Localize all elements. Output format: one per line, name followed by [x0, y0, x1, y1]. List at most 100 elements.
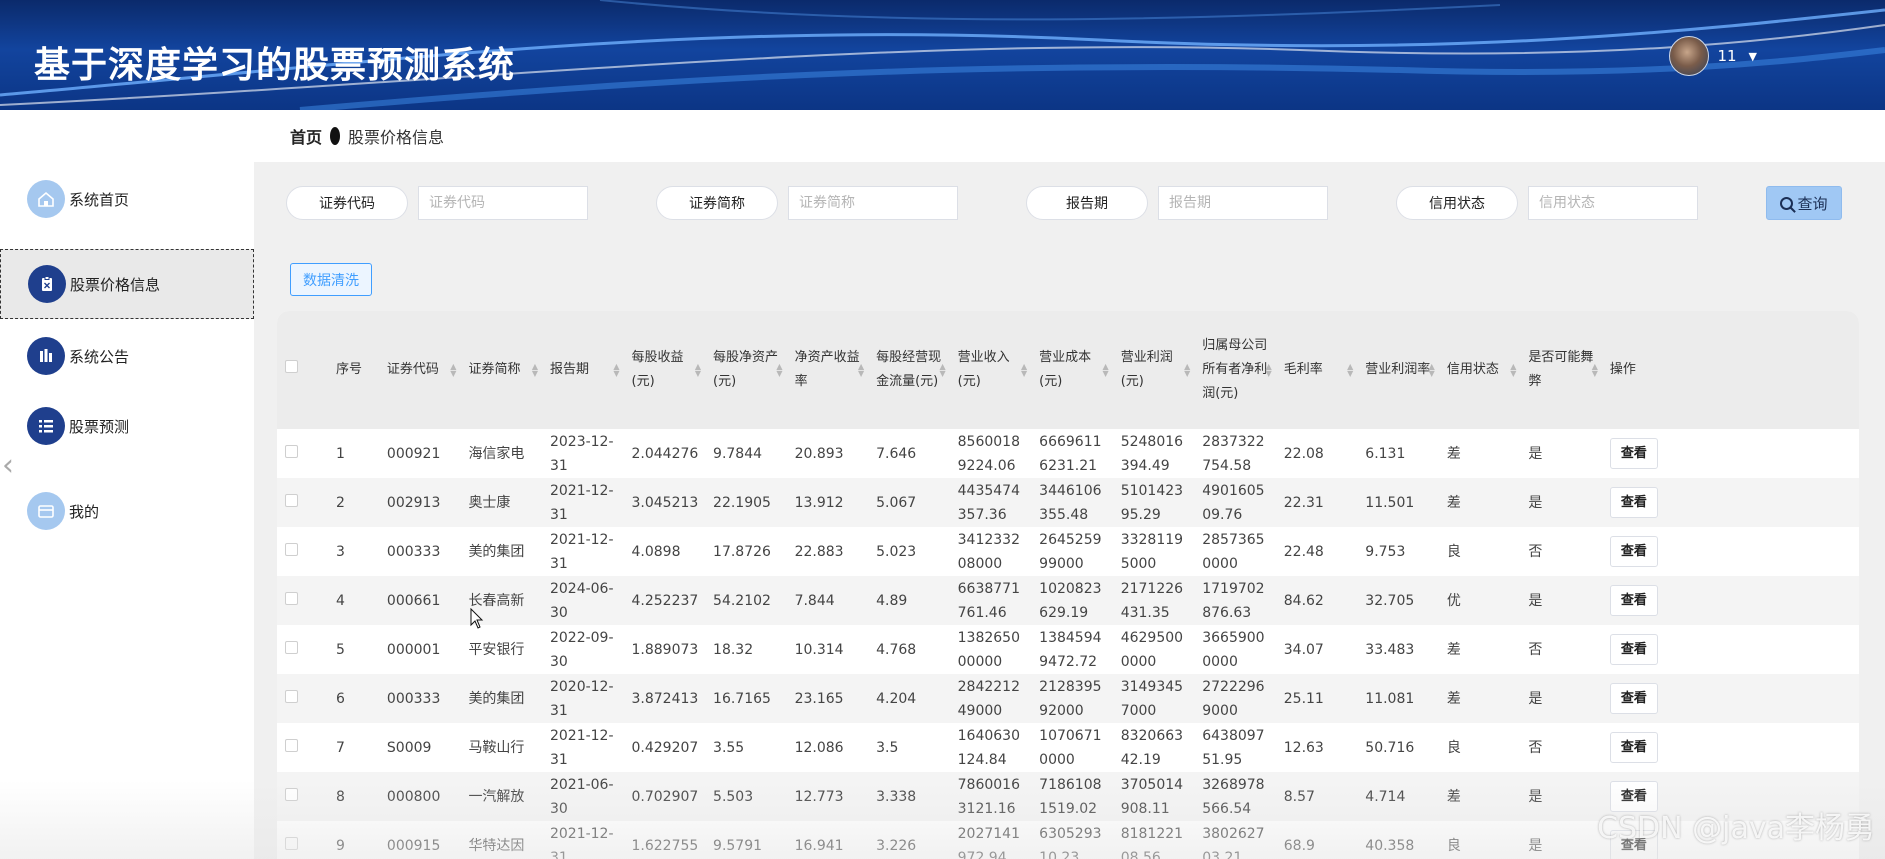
- view-button[interactable]: 查看: [1609, 438, 1658, 469]
- sort-icon[interactable]: ▲ ▼: [1266, 363, 1272, 378]
- column-header[interactable]: 归属母公司所有者净利润(元) ▲ ▼: [1194, 311, 1276, 429]
- table-cell: 36659000000: [1202, 629, 1265, 670]
- row-select-cell[interactable]: [277, 772, 328, 821]
- column-header[interactable]: 净资产收益率 ▲ ▼: [787, 311, 869, 429]
- collapse-sidebar-icon[interactable]: ‹: [2, 448, 14, 483]
- sort-icon[interactable]: ▲ ▼: [858, 363, 864, 378]
- column-header[interactable]: 报告期 ▲ ▼: [542, 311, 624, 429]
- column-header[interactable]: 是否可能舞弊 ▲ ▼: [1520, 311, 1602, 429]
- table-row[interactable]: 2 002913 奥士康 2021-12-31 3.045213 22.1905 13.91…: [277, 478, 1859, 527]
- column-header[interactable]: 每股净资产(元) ▲ ▼: [705, 311, 787, 429]
- row-checkbox[interactable]: [285, 689, 298, 703]
- row-select-cell[interactable]: [277, 723, 328, 772]
- sidebar-item-prediction[interactable]: 股票预测: [0, 391, 254, 461]
- table-row[interactable]: 3 000333 美的集团 2021-12-31 4.0898 17.8726 22.883…: [277, 527, 1859, 576]
- table-cell: 3.872413: [631, 690, 699, 707]
- table-row[interactable]: 7 S0009 马鞍山行 2021-12-31 0.429207 3.55 12.086 3.…: [277, 723, 1859, 772]
- table-cell: 12.63: [1283, 739, 1324, 756]
- search-button[interactable]: 查询: [1766, 186, 1842, 220]
- sidebar-item-stock-price[interactable]: 股票价格信息: [0, 249, 254, 319]
- sort-icon[interactable]: ▲ ▼: [1184, 363, 1190, 378]
- view-button[interactable]: 查看: [1609, 732, 1658, 763]
- sidebar-item-announcements[interactable]: 系统公告: [0, 321, 254, 391]
- name-search-input[interactable]: [788, 186, 958, 220]
- row-select-cell[interactable]: [277, 821, 328, 859]
- table-cell: 000333: [386, 543, 441, 560]
- sort-icon[interactable]: ▲ ▼: [1510, 363, 1516, 378]
- sidebar-item-home[interactable]: 系统首页: [0, 164, 254, 234]
- sort-icon[interactable]: ▲ ▼: [1429, 363, 1435, 378]
- sort-icon[interactable]: ▲ ▼: [1592, 363, 1598, 378]
- table-cell: 3.045213: [631, 494, 699, 511]
- view-button[interactable]: 查看: [1609, 585, 1658, 616]
- table-cell: 33.483: [1365, 641, 1415, 658]
- data-clean-button[interactable]: 数据清洗: [290, 263, 372, 296]
- table-cell: 9.7844: [713, 445, 763, 462]
- stock-table: 序号 证券代码 ▲ ▼ 证券简称 ▲ ▼ 报告期 ▲ ▼ 每股收益(元) ▲ ▼ 每股净资产(元…: [277, 311, 1859, 859]
- credit-search-input[interactable]: [1528, 186, 1698, 220]
- row-select-cell[interactable]: [277, 429, 328, 478]
- table-cell: 4: [335, 592, 345, 609]
- chevron-down-icon[interactable]: ▼: [1749, 50, 1757, 63]
- table-row[interactable]: 6 000333 美的集团 2020-12-31 3.872413 16.7165 23.1…: [277, 674, 1859, 723]
- username[interactable]: 11: [1717, 47, 1736, 65]
- table-cell: 284221249000: [957, 678, 1020, 719]
- view-button[interactable]: 查看: [1609, 487, 1658, 518]
- column-header[interactable]: 信用状态 ▲ ▼: [1439, 311, 1521, 429]
- row-checkbox[interactable]: [285, 787, 298, 801]
- row-checkbox[interactable]: [285, 542, 298, 556]
- sort-icon[interactable]: ▲ ▼: [939, 363, 945, 378]
- table-row[interactable]: 4 000661 长春高新 2024-06-30 4.252237 54.2102 7.84…: [277, 576, 1859, 625]
- column-header[interactable]: 每股经营现金流量(元) ▲ ▼: [868, 311, 950, 429]
- column-header[interactable]: 营业收入(元) ▲ ▼: [950, 311, 1032, 429]
- sidebar-item-label: 系统公告: [69, 347, 130, 366]
- column-header[interactable]: 营业成本(元) ▲ ▼: [1031, 311, 1113, 429]
- sort-icon[interactable]: ▲ ▼: [1103, 363, 1109, 378]
- row-select-cell[interactable]: [277, 674, 328, 723]
- table-row[interactable]: 1 000921 海信家电 2023-12-31 2.044276 9.7844 20.89…: [277, 429, 1859, 478]
- column-header[interactable]: 每股收益(元) ▲ ▼: [624, 311, 706, 429]
- row-select-cell[interactable]: [277, 625, 328, 674]
- table-cell: 84.62: [1283, 592, 1324, 609]
- column-header[interactable]: 证券代码 ▲ ▼: [379, 311, 461, 429]
- sort-icon[interactable]: ▲ ▼: [613, 363, 619, 378]
- sort-icon[interactable]: ▲ ▼: [695, 363, 701, 378]
- user-menu[interactable]: 11 ▼: [1669, 36, 1757, 76]
- code-filter-label: 证券代码: [286, 186, 408, 220]
- row-checkbox[interactable]: [285, 591, 298, 605]
- breadcrumb-home[interactable]: 首页: [290, 124, 322, 148]
- home-icon: [27, 180, 65, 218]
- view-button[interactable]: 查看: [1609, 683, 1658, 714]
- row-checkbox[interactable]: [285, 836, 298, 850]
- table-cell: 4.714: [1365, 788, 1406, 805]
- row-select-cell[interactable]: [277, 527, 328, 576]
- column-header[interactable]: 营业利润(元) ▲ ▼: [1113, 311, 1195, 429]
- table-cell: 9: [335, 837, 345, 854]
- period-search-input[interactable]: [1158, 186, 1328, 220]
- sort-icon[interactable]: ▲ ▼: [1021, 363, 1027, 378]
- sort-icon[interactable]: ▲ ▼: [450, 363, 456, 378]
- sort-icon[interactable]: ▲ ▼: [1347, 363, 1353, 378]
- table-cell: 1640630124.84: [957, 727, 1020, 768]
- row-checkbox[interactable]: [285, 444, 298, 458]
- row-checkbox[interactable]: [285, 493, 298, 507]
- row-select-cell[interactable]: [277, 478, 328, 527]
- sidebar-item-mine[interactable]: 我的: [0, 476, 254, 546]
- table-cell: 20.893: [794, 445, 844, 462]
- sort-icon[interactable]: ▲ ▼: [532, 363, 538, 378]
- view-button[interactable]: 查看: [1609, 536, 1658, 567]
- avatar[interactable]: [1669, 36, 1710, 76]
- column-header[interactable]: 毛利率 ▲ ▼: [1276, 311, 1358, 429]
- row-checkbox[interactable]: [285, 738, 298, 752]
- code-search-input[interactable]: [418, 186, 588, 220]
- select-all-header[interactable]: [277, 311, 328, 429]
- row-select-cell[interactable]: [277, 576, 328, 625]
- view-button[interactable]: 查看: [1609, 634, 1658, 665]
- select-all-checkbox[interactable]: [285, 360, 298, 373]
- row-checkbox[interactable]: [285, 640, 298, 654]
- sort-icon[interactable]: ▲ ▼: [776, 363, 782, 378]
- column-header[interactable]: 证券简称 ▲ ▼: [460, 311, 542, 429]
- column-header[interactable]: 营业利润率 ▲ ▼: [1357, 311, 1439, 429]
- table-row[interactable]: 5 000001 平安银行 2022-09-30 1.889073 18.32 10.314…: [277, 625, 1859, 674]
- table-cell: 341233208000: [957, 531, 1020, 572]
